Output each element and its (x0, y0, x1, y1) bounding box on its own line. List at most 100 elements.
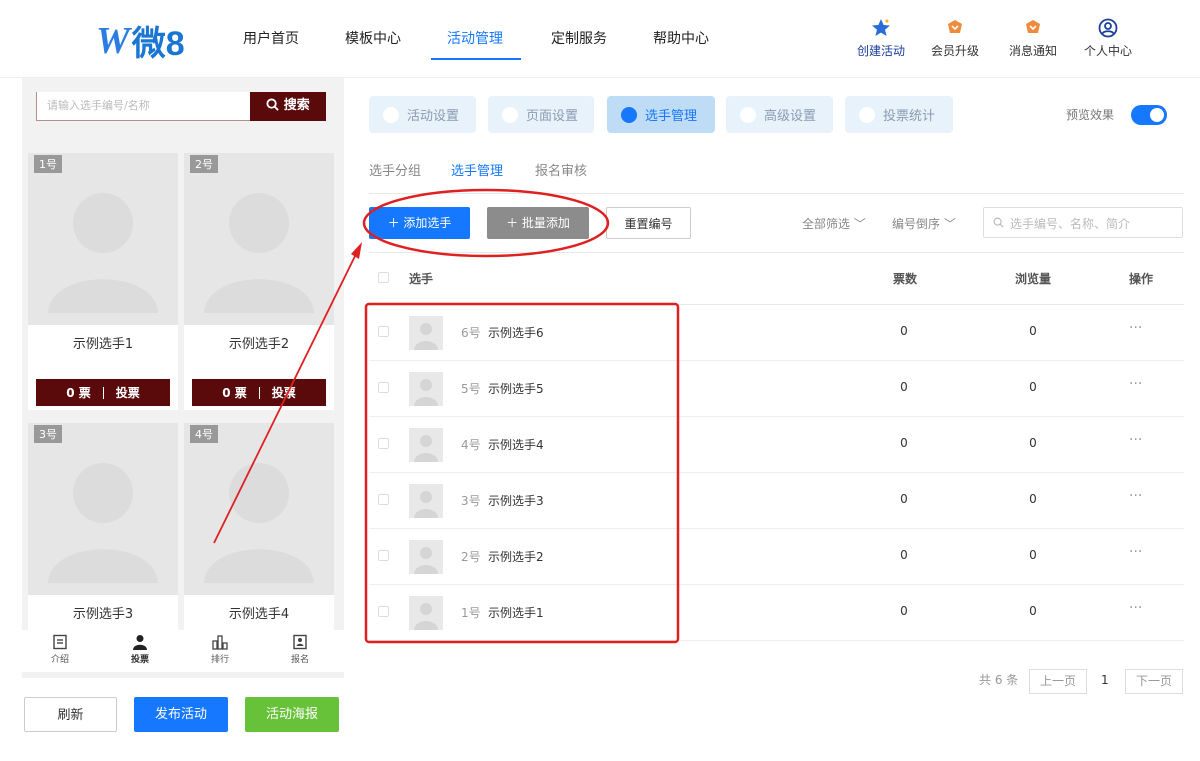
subtab-groups[interactable]: 选手分组 (369, 160, 421, 179)
contestant-name: 示例选手5 (488, 382, 544, 396)
nav-activity-management[interactable]: 活动管理 (447, 28, 503, 48)
preview-search-button[interactable]: 搜索 (250, 92, 326, 121)
contestant-card[interactable]: 1号 示例选手1 0 票 投票 (28, 153, 178, 410)
contestant-name: 示例选手3 (488, 494, 544, 508)
bottom-nav-vote[interactable]: 投票 (120, 634, 160, 665)
logo[interactable]: W 微8 (96, 16, 185, 65)
table-row[interactable]: 1号 示例选手1 0 0 ··· (369, 585, 1184, 641)
more-actions-icon[interactable]: ··· (1129, 320, 1142, 336)
tab-label: 投票统计 (883, 109, 936, 124)
more-actions-icon[interactable]: ··· (1129, 432, 1142, 448)
column-header-contestant: 选手 (409, 272, 434, 286)
vote-button[interactable]: 0 票 投票 (192, 379, 326, 406)
document-icon (53, 634, 67, 650)
tab-page-settings[interactable]: 页面设置 (488, 96, 594, 133)
more-actions-icon[interactable]: ··· (1129, 600, 1142, 616)
filter-dropdown[interactable]: 全部筛选 ﹀ (802, 215, 866, 232)
nav-home[interactable]: 用户首页 (243, 28, 299, 48)
percent-icon (740, 106, 756, 123)
preview-bottom-nav: 介绍 投票 排行 报名 (22, 630, 344, 672)
user-icon (1098, 18, 1118, 38)
nav-help-center[interactable]: 帮助中心 (653, 28, 709, 48)
next-page-button[interactable]: 下一页 (1125, 669, 1184, 694)
contestant-name: 示例选手4 (228, 607, 290, 622)
tab-contestant-management[interactable]: 选手管理 (607, 96, 715, 133)
notifications-button[interactable]: 消息通知 (993, 18, 1073, 59)
contestant-card[interactable]: 2号 示例选手2 0 票 投票 (184, 153, 334, 410)
notifications-label: 消息通知 (1008, 44, 1057, 58)
contestant-number: 1号 (461, 606, 481, 620)
view-count: 0 (1029, 436, 1037, 450)
prev-page-button[interactable]: 上一页 (1029, 669, 1088, 694)
row-checkbox[interactable] (378, 606, 389, 617)
tab-advanced-settings[interactable]: 高级设置 (726, 96, 833, 133)
vote-button[interactable]: 0 票 投票 (36, 379, 170, 406)
avatar-placeholder (184, 153, 334, 325)
activity-poster-button[interactable]: 活动海报 (245, 697, 339, 732)
select-all-checkbox[interactable] (378, 272, 389, 283)
personal-center-label: 个人中心 (1083, 44, 1132, 58)
member-upgrade-button[interactable]: 会员升级 (915, 18, 995, 59)
subtab-signup-review[interactable]: 报名审核 (535, 160, 587, 179)
search-placeholder: 选手编号、名称、简介 (1010, 217, 1131, 231)
vote-count: 0 (900, 492, 908, 506)
row-checkbox[interactable] (378, 494, 389, 505)
more-actions-icon[interactable]: ··· (1129, 544, 1142, 560)
vote-label: 投票 (271, 386, 296, 400)
tab-activity-settings[interactable]: 活动设置 (369, 96, 476, 133)
create-activity-button[interactable]: 创建活动 (841, 18, 921, 59)
batch-add-button[interactable]: ＋ 批量添加 (487, 207, 589, 239)
avatar-placeholder (184, 423, 334, 595)
more-actions-icon[interactable]: ··· (1129, 376, 1142, 392)
current-page[interactable]: 1 (1101, 669, 1109, 694)
table-row[interactable]: 3号 示例选手3 0 0 ··· (369, 473, 1184, 529)
nav-templates[interactable]: 模板中心 (345, 28, 401, 48)
sort-dropdown[interactable]: 编号倒序 ﹀ (892, 215, 956, 232)
stats-icon (859, 106, 875, 123)
bottom-nav-signup[interactable]: 报名 (280, 634, 320, 665)
total-count: 共 6 条 (979, 673, 1019, 687)
bottom-nav-intro[interactable]: 介绍 (40, 634, 80, 665)
table-row[interactable]: 5号 示例选手5 0 0 ··· (369, 361, 1184, 417)
row-checkbox[interactable] (378, 326, 389, 337)
divider (369, 252, 1184, 253)
star-icon (872, 19, 890, 36)
more-actions-icon[interactable]: ··· (1129, 488, 1142, 504)
view-count: 0 (1029, 324, 1037, 338)
contestant-card[interactable]: 3号 示例选手3 (28, 423, 178, 630)
contestant-number: 5号 (461, 382, 481, 396)
bottom-nav-label: 投票 (130, 655, 149, 665)
personal-center-button[interactable]: 个人中心 (1068, 18, 1148, 59)
avatar-placeholder (28, 153, 178, 325)
table-row[interactable]: 2号 示例选手2 0 0 ··· (369, 529, 1184, 585)
preview-search-input[interactable]: 请输入选手编号/名称 (36, 92, 250, 121)
publish-activity-button[interactable]: 发布活动 (134, 697, 228, 732)
bottom-nav-label: 介绍 (50, 655, 69, 665)
bottom-nav-ranking[interactable]: 排行 (200, 634, 240, 665)
contestant-search-input[interactable]: 选手编号、名称、简介 (983, 207, 1183, 238)
refresh-button[interactable]: 刷新 (24, 697, 117, 732)
contestant-name: 示例选手2 (228, 337, 290, 352)
subtab-contestants[interactable]: 选手管理 (451, 160, 503, 179)
tab-vote-statistics[interactable]: 投票统计 (845, 96, 953, 133)
row-checkbox[interactable] (378, 438, 389, 449)
add-contestant-button[interactable]: ＋ 添加选手 (369, 207, 470, 239)
table-row[interactable]: 4号 示例选手4 0 0 ··· (369, 417, 1184, 473)
contestant-number: 3号 (461, 494, 481, 508)
contestant-name: 示例选手4 (488, 438, 544, 452)
reset-numbers-button[interactable]: 重置编号 (606, 207, 691, 239)
preview-toggle[interactable] (1131, 105, 1167, 125)
contestant-number: 1号 (34, 155, 62, 173)
contestant-card[interactable]: 4号 示例选手4 (184, 423, 334, 630)
person-icon (204, 193, 314, 313)
table-row[interactable]: 6号 示例选手6 0 0 ··· (369, 305, 1184, 361)
column-header-votes: 票数 (893, 272, 918, 286)
avatar-placeholder (28, 423, 178, 595)
person-icon (48, 463, 158, 583)
row-checkbox[interactable] (378, 550, 389, 561)
view-count: 0 (1029, 492, 1037, 506)
nav-custom-service[interactable]: 定制服务 (551, 28, 607, 48)
top-bar: W 微8 用户首页 模板中心 活动管理 定制服务 帮助中心 创建活动 会员升级 … (0, 0, 1200, 78)
vote-count: 0 票 (222, 386, 247, 400)
row-checkbox[interactable] (378, 382, 389, 393)
